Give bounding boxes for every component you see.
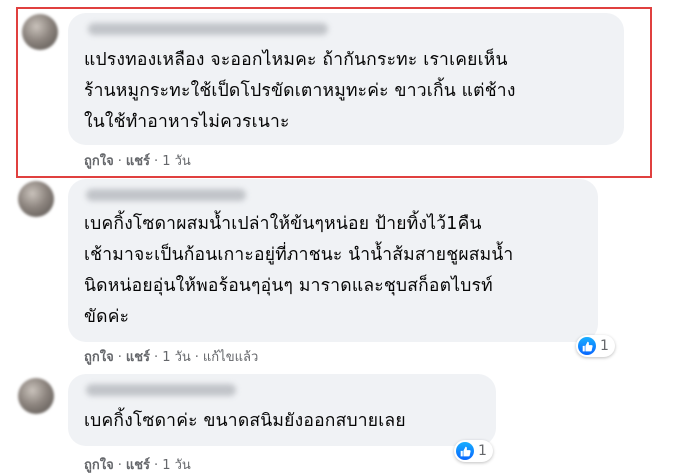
comment-line: เบคกิ้งโซดาผสมน้ำเปล่าให้ข้นๆหน่อย ป้ายท… [84,214,482,234]
share-link[interactable]: แชร์ [126,458,150,473]
comment-bubble: เบคกิ้งโซดาผสมน้ำเปล่าให้ข้นๆหน่อย ป้ายท… [68,179,598,342]
avatar[interactable] [18,181,54,217]
timestamp[interactable]: 1 วัน [162,350,191,365]
comment-line: ขัดค่ะ [84,307,130,327]
commenter-name-blurred[interactable] [86,384,236,396]
like-thumb-icon [456,442,474,460]
like-link[interactable]: ถูกใจ [84,350,114,365]
comment-text: เบคกิ้งโซดาผสมน้ำเปล่าให้ข้นๆหน่อย ป้ายท… [84,209,586,333]
reaction-number: 1 [600,338,609,354]
like-link[interactable]: ถูกใจ [84,458,114,473]
like-thumb-icon [578,337,596,355]
comment-actions: ถูกใจ · แชร์ · 1 วัน · แก้ไขแล้ว [84,350,259,365]
comment-text: เบคกิ้งโซดาค่ะ ขนาดสนิมยังออกสบายเลย [84,406,484,437]
timestamp[interactable]: 1 วัน [162,458,191,473]
comment-line: นิดหน่อยอุ่นให้พอร้อนๆอุ่นๆ มาราดและชุบส… [84,276,493,296]
reaction-count[interactable]: 1 [454,440,493,462]
reaction-count[interactable]: 1 [576,335,615,357]
commenter-name-blurred[interactable] [86,189,246,201]
avatar[interactable] [18,378,54,414]
edited-label[interactable]: แก้ไขแล้ว [203,350,258,365]
highlight-box [16,7,652,178]
comment-bubble: เบคกิ้งโซดาค่ะ ขนาดสนิมยังออกสบายเลย [68,374,496,446]
comment-actions: ถูกใจ · แชร์ · 1 วัน [84,458,191,473]
comment-line: เบคกิ้งโซดาค่ะ ขนาดสนิมยังออกสบายเลย [84,411,406,431]
comment-line: เช้ามาจะเป็นก้อนเกาะอยู่ที่ภาชนะ นำน้ำส้… [84,245,514,265]
share-link[interactable]: แชร์ [126,350,150,365]
reaction-number: 1 [478,443,487,459]
